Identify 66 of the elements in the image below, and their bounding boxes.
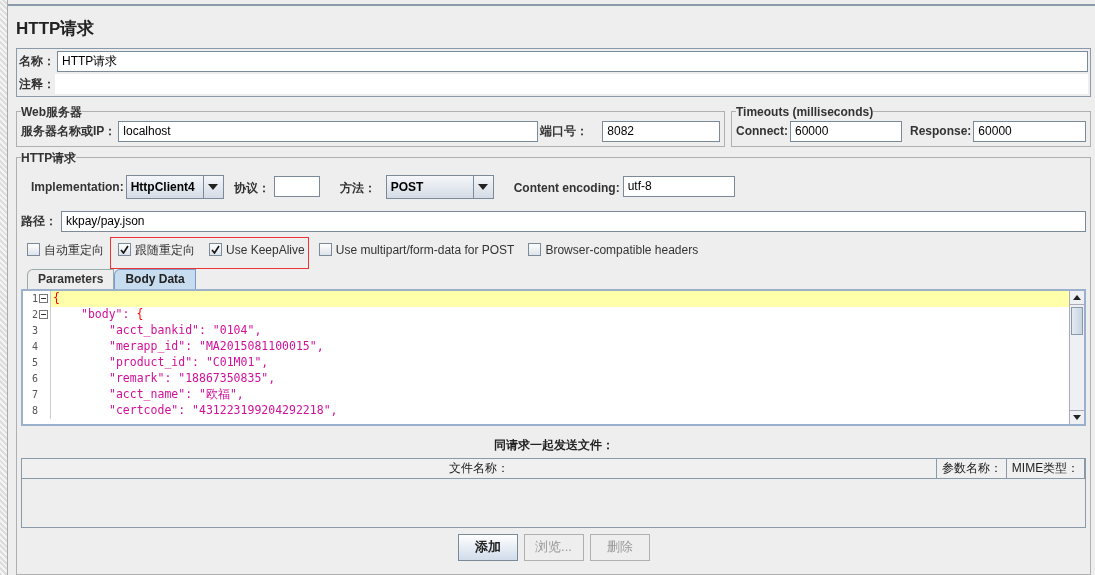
dropdown[interactable]: HttpClient4 [125, 174, 224, 199]
checkmark-icon [211, 245, 220, 254]
scroll-thumb[interactable] [1071, 306, 1083, 335]
line-number: 8 [31, 404, 38, 418]
encoding-field[interactable]: utf-8 [622, 176, 735, 197]
checkmark-icon [120, 245, 129, 254]
option-checkbox[interactable]: 跟随重定向 [118, 240, 195, 259]
group-title: HTTP请求 [21, 149, 77, 167]
option-checkbox[interactable]: Browser-compatible headers [528, 240, 699, 259]
body-editor[interactable]: 1 { 2 "body": { 3 "acct_bankid": "0104", 4 "merapp_id": "MA2015081100015", 5 "product_id": "C01M01", 6 "remark": "18867350835", 7 "acct_name": "欧福", 8 "certcode": "431223199204292218", [21, 288, 1086, 426]
section-title: 同请求一起发送文件： [493, 436, 614, 454]
response-field[interactable]: 60000 [973, 120, 1086, 142]
connect-field[interactable]: 60000 [790, 120, 902, 142]
dropdown[interactable]: POST [385, 174, 494, 199]
line-number: 7 [31, 388, 38, 402]
field-label: Implementation: [31, 178, 124, 196]
column-header[interactable]: 文件名称： [22, 458, 937, 478]
column-header[interactable]: 参数名称： [937, 458, 1007, 478]
fold-icon[interactable] [39, 294, 48, 303]
column-header[interactable]: MIME类型： [1007, 458, 1085, 478]
option-checkbox[interactable]: Use multipart/form-data for POST [318, 240, 515, 259]
server-field[interactable]: localhost [118, 120, 539, 142]
tab[interactable]: Parameters [27, 268, 115, 289]
group-title: Timeouts (milliseconds) [736, 103, 874, 121]
field-label: Connect: [736, 123, 788, 140]
code-line: "remark": "18867350835", [108, 369, 276, 387]
field-label: 服务器名称或IP： [21, 123, 117, 140]
code-line: "acct_bankid": "0104", [108, 321, 262, 339]
line-number: 4 [31, 340, 38, 354]
line-number: 2 [31, 308, 38, 322]
name-field[interactable]: HTTP请求 [57, 50, 1088, 72]
tab[interactable]: Body Data [114, 268, 196, 289]
option-checkbox[interactable]: 自动重定向 [27, 240, 104, 259]
line-number: 1 [31, 292, 38, 306]
code-line: "merapp_id": "MA2015081100015", [108, 337, 324, 355]
code-line: { [52, 290, 60, 307]
fold-icon[interactable] [39, 310, 48, 319]
field-label: 注释： [19, 75, 55, 93]
splitter-bar[interactable] [0, 0, 8, 575]
scroll-up-icon[interactable] [1073, 294, 1081, 300]
line-number: 3 [31, 324, 38, 338]
line-number: 6 [31, 372, 38, 386]
comment-field[interactable] [55, 73, 1088, 94]
field-label: 方法： [339, 180, 376, 195]
field-label: Response: [910, 123, 972, 140]
field-label: Content encoding: [513, 180, 620, 195]
code-line: "body": { [80, 305, 144, 323]
port-field[interactable]: 8082 [602, 120, 720, 142]
protocol-field[interactable] [273, 176, 320, 197]
group-title: Web服务器 [21, 103, 83, 121]
line-number: 5 [31, 356, 38, 370]
field-label: 路径： [21, 213, 57, 230]
scroll-down-icon[interactable] [1073, 414, 1081, 420]
caret-icon [208, 183, 219, 190]
panel-title: HTTP请求 [16, 18, 96, 40]
code-line: "certcode": "431223199204292218", [108, 401, 338, 419]
field-label: 协议： [233, 180, 270, 195]
code-line: "acct_name": "欧福", [108, 385, 244, 403]
field-label: 名称： [19, 53, 55, 70]
code-line: "product_id": "C01M01", [108, 353, 269, 371]
path-field[interactable]: kkpay/pay.json [61, 210, 1086, 232]
caret-icon [478, 183, 489, 190]
field-label: 端口号： [540, 123, 589, 140]
option-checkbox[interactable]: Use KeepAlive [209, 240, 305, 259]
action-button[interactable]: 添加 [457, 533, 518, 561]
scrollbar[interactable] [1069, 290, 1084, 424]
